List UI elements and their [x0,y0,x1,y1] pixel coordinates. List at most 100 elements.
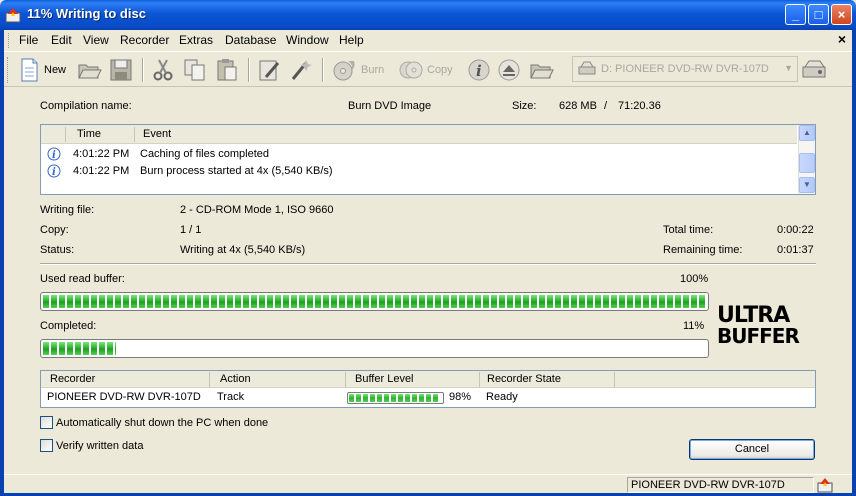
column-header-recorder[interactable]: Recorder [50,373,95,385]
column-divider[interactable] [345,372,346,387]
event-time: 4:01:22 PM [73,165,130,177]
column-divider[interactable] [65,127,66,142]
svg-text:i: i [52,150,56,161]
ultrabuffer-logo: ULTRA BUFFER [717,303,800,346]
eject-icon[interactable] [496,57,522,83]
read-buffer-fill [43,295,706,308]
browse-folder-icon[interactable] [528,57,554,83]
writing-file-label: Writing file: [40,204,95,216]
event-time: 4:01:22 PM [73,148,130,160]
compilation-name-value: Burn DVD Image [348,100,432,112]
menu-recorder[interactable]: Recorder [120,33,169,47]
column-header-action[interactable]: Action [220,373,251,385]
copy-disc-icon[interactable] [398,57,424,83]
column-header-event[interactable]: Event [143,128,171,140]
drive-icon [578,61,596,75]
verify-checkbox[interactable] [40,439,53,452]
close-window-button[interactable]: × [831,4,852,25]
completed-progress-bar [40,339,709,358]
svg-text:i: i [52,167,56,178]
copy-button-label[interactable]: Copy [427,64,453,76]
burn-button-label[interactable]: Burn [361,64,384,76]
nero-flame-icon [5,8,21,23]
maximize-button[interactable]: □ [808,4,829,25]
shutdown-checkbox[interactable] [40,416,53,429]
title-bar[interactable]: 11% Writing to disc _ □ × [0,0,856,30]
window-frame-right [852,30,856,496]
menu-database[interactable]: Database [225,33,276,47]
size-label: Size: [512,100,537,112]
writing-file-value: 2 - CD-ROM Mode 1, ISO 9660 [180,204,334,216]
recorder-action: Track [217,391,245,403]
recorder-state: Ready [486,391,518,403]
open-folder-icon[interactable] [76,57,102,83]
wizard-icon[interactable] [288,57,314,83]
recorder-row[interactable]: PIONEER DVD-RW DVR-107D Track 98% Ready [41,389,815,406]
status-device: PIONEER DVD-RW DVR-107D [627,477,814,493]
event-log-list[interactable]: Time Event i 4:01:22 PM Caching of files… [40,124,816,195]
size-value: 628 MB [559,100,597,112]
new-document-icon[interactable] [16,57,42,83]
event-row[interactable]: i 4:01:22 PM Burn process started at 4x … [41,164,797,180]
completed-fill [43,342,116,355]
scroll-thumb[interactable] [799,153,815,173]
burn-icon[interactable] [332,57,358,83]
chevron-down-icon[interactable]: ▼ [784,63,793,73]
recorder-select[interactable]: D: PIONEER DVD-RW DVR-107D ▼ [572,56,798,82]
menu-help[interactable]: Help [339,33,364,47]
menu-grip[interactable] [8,33,11,48]
recorder-list-header: Recorder Action Buffer Level Recorder St… [41,371,815,388]
status-bar: PIONEER DVD-RW DVR-107D [4,474,852,493]
scroll-up-button[interactable]: ▲ [799,125,815,141]
menu-view[interactable]: View [83,33,109,47]
info-icon: i [47,147,61,161]
event-text: Caching of files completed [140,148,270,160]
toolbar-separator [322,58,324,82]
burn-progress-panel: Compilation name: Burn DVD Image Size: 6… [4,88,852,474]
menu-extras[interactable]: Extras [179,33,213,47]
new-button-label[interactable]: New [44,64,66,76]
scroll-down-button[interactable]: ▼ [799,177,815,193]
save-icon[interactable] [108,57,134,83]
size-separator: / [604,100,608,112]
recorder-buffer-bar [347,392,444,404]
column-header-recorder-state[interactable]: Recorder State [487,373,561,385]
column-divider[interactable] [614,372,615,387]
column-divider[interactable] [479,372,480,387]
toolbar: New Burn Copy i D: PIONEER DVD-RW DVR-10… [4,51,852,87]
cancel-button[interactable]: Cancel [689,439,815,460]
column-divider[interactable] [209,372,210,387]
drive-properties-icon[interactable] [800,57,830,83]
mdi-close-button[interactable]: × [838,31,846,47]
paste-icon[interactable] [214,57,240,83]
menu-edit[interactable]: Edit [51,33,72,47]
edit-icon[interactable] [256,57,282,83]
menu-window[interactable]: Window [286,33,329,47]
status-value: Writing at 4x (5,540 KB/s) [180,244,306,256]
compilation-name-label: Compilation name: [40,100,132,112]
toolbar-separator [142,58,144,82]
disc-info-icon[interactable]: i [466,57,492,83]
nero-flame-icon [817,478,833,493]
minimize-button[interactable]: _ [785,4,806,25]
column-header-buffer-level[interactable]: Buffer Level [355,373,414,385]
remaining-time-label: Remaining time: [663,244,743,256]
column-header-time[interactable]: Time [77,128,101,140]
cut-icon[interactable] [150,57,176,83]
recorder-buffer-fill [349,394,441,402]
toolbar-grip[interactable] [7,57,10,83]
total-time-label: Total time: [663,224,714,236]
shutdown-checkbox-label[interactable]: Automatically shut down the PC when done [56,417,268,429]
toolbar-separator [248,58,250,82]
svg-text:i: i [476,62,482,80]
event-row[interactable]: i 4:01:22 PM Caching of files completed [41,147,797,163]
recorder-select-value: D: PIONEER DVD-RW DVR-107D [601,63,769,75]
total-time-value: 0:00:22 [777,224,814,236]
recorder-status-list[interactable]: Recorder Action Buffer Level Recorder St… [40,370,816,408]
copy-icon[interactable] [182,57,208,83]
status-label: Status: [40,244,75,256]
verify-checkbox-label[interactable]: Verify written data [56,440,143,452]
column-divider[interactable] [134,127,135,142]
menu-file[interactable]: File [19,33,38,47]
event-log-scrollbar[interactable]: ▲ ▼ [798,125,815,194]
